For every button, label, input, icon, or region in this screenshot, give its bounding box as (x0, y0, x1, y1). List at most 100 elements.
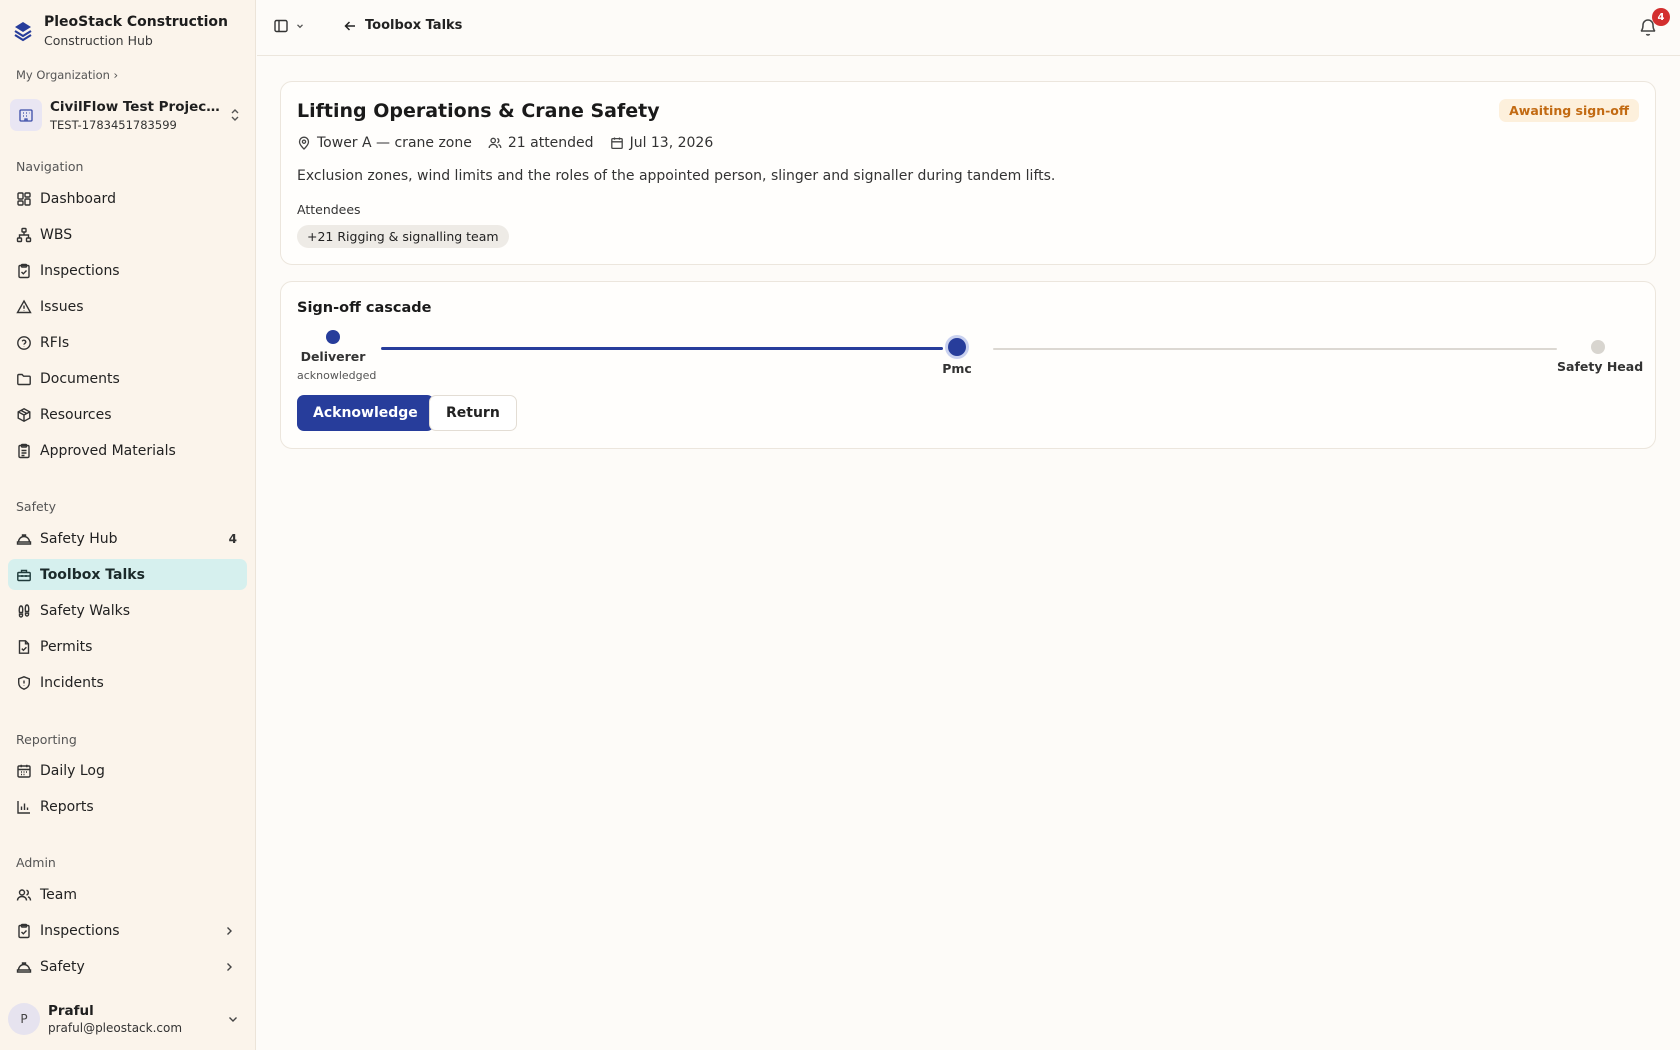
nav-daily-log[interactable]: Daily Log (8, 755, 247, 786)
nav-rfis[interactable]: RFIs (8, 327, 247, 358)
location-text: Tower A — crane zone (317, 135, 472, 151)
step-dot-complete (326, 330, 340, 344)
safety-hub-count-badge: 4 (228, 531, 237, 546)
nav-wbs[interactable]: WBS (8, 219, 247, 250)
brand-name: PleoStack Construction (44, 14, 229, 30)
avatar: P (8, 1003, 40, 1035)
section-navigation: Navigation (16, 159, 84, 174)
clipboard-check-icon (18, 263, 30, 278)
section-admin: Admin (16, 855, 56, 870)
nav-label: Approved Materials (40, 442, 176, 459)
nav-label: Resources (40, 406, 112, 423)
bar-chart-icon (17, 800, 30, 814)
user-menu[interactable]: P Praful praful@pleostack.com (8, 998, 248, 1040)
footprints-icon (18, 603, 30, 618)
return-button[interactable]: Return (429, 395, 517, 431)
organization-breadcrumb[interactable]: My Organization › (16, 68, 118, 82)
nav-permits[interactable]: Permits (8, 631, 247, 662)
step-dot-pending (1591, 340, 1605, 354)
network-icon (16, 227, 32, 242)
step-label: Safety Head (1557, 359, 1644, 374)
talk-title: Lifting Operations & Crane Safety (297, 100, 660, 122)
chevron-down-icon (297, 24, 303, 29)
nav-inspections[interactable]: Inspections (8, 255, 247, 286)
panel-left-icon (274, 19, 288, 33)
toolbox-icon (17, 569, 31, 581)
status-badge: Awaiting sign-off (1499, 99, 1639, 122)
section-safety: Safety (16, 499, 56, 514)
clipboard-list-icon (18, 443, 30, 458)
section-reporting: Reporting (16, 732, 77, 747)
nav-incidents[interactable]: Incidents (8, 667, 247, 698)
user-name: Praful (48, 1003, 94, 1019)
nav-admin-safety[interactable]: Safety (8, 951, 247, 982)
talk-meta: Tower A — crane zone 21 attended Jul 13,… (297, 135, 713, 151)
calendar-icon (610, 137, 623, 150)
nav-label: Documents (40, 370, 120, 387)
nav-label: Dashboard (40, 190, 116, 207)
grid-icon (17, 191, 31, 206)
nav-admin-inspections[interactable]: Inspections (8, 915, 247, 946)
back-link-label: Toolbox Talks (365, 18, 463, 33)
nav-label: Team (40, 886, 78, 903)
help-circle-icon (17, 335, 31, 350)
step-label: Pmc (942, 361, 972, 376)
nav-label: Inspections (40, 262, 120, 279)
nav-toolbox-talks[interactable]: Toolbox Talks (8, 559, 247, 590)
project-name: CivilFlow Test Project (U... (50, 98, 226, 115)
nav-safety-hub[interactable]: Safety Hub 4 (8, 523, 247, 554)
file-check-icon (18, 639, 30, 654)
nav-safety-walks[interactable]: Safety Walks (8, 595, 247, 626)
talk-date: Jul 13, 2026 (610, 135, 713, 151)
calendar-icon (17, 764, 31, 778)
chevron-right-icon (227, 962, 232, 971)
nav-label: Reports (40, 798, 94, 815)
nav-dashboard[interactable]: Dashboard (8, 183, 247, 214)
nav-label: Permits (40, 638, 93, 655)
building-icon (10, 99, 42, 131)
project-code: TEST-1783451783599 (50, 117, 177, 132)
chevrons-up-down-icon (231, 109, 239, 121)
signoff-cascade-card: Sign-off cascade Deliverer acknowledged … (280, 281, 1656, 449)
talk-description: Exclusion zones, wind limits and the rol… (297, 168, 1056, 184)
nav-resources[interactable]: Resources (8, 399, 247, 430)
step-label: Deliverer (300, 349, 366, 364)
project-switcher[interactable]: CivilFlow Test Project (U... TEST-178345… (8, 94, 248, 136)
brand[interactable]: PleoStack Construction Construction Hub (12, 12, 228, 49)
sidebar: PleoStack Construction Construction Hub … (0, 0, 256, 1050)
step-status: acknowledged (297, 369, 377, 382)
sidebar-toggle-button[interactable] (273, 18, 305, 34)
nav-label: Incidents (40, 674, 104, 691)
top-bar: Toolbox Talks 4 (257, 0, 1680, 56)
nav-reports[interactable]: Reports (8, 791, 247, 822)
users-icon (16, 888, 32, 901)
acknowledge-button[interactable]: Acknowledge (297, 395, 434, 431)
nav-label: Safety Walks (40, 602, 131, 619)
chevron-right-icon (227, 926, 232, 935)
notification-count-badge: 4 (1652, 8, 1670, 26)
talk-attendance: 21 attended (488, 135, 594, 151)
step-pmc: Pmc (927, 338, 987, 376)
nav-approved-materials[interactable]: Approved Materials (8, 435, 247, 466)
map-pin-icon (298, 136, 310, 150)
user-email: praful@pleostack.com (48, 1021, 183, 1035)
nav-label: RFIs (40, 334, 70, 351)
back-to-toolbox-talks-link[interactable]: Toolbox Talks (343, 18, 462, 33)
clipboard-check-icon (18, 923, 30, 938)
progress-line-pending (993, 348, 1557, 350)
step-safety-head: Safety Head (1557, 340, 1644, 374)
nav-label: Daily Log (40, 762, 105, 779)
stack-logo-icon (14, 22, 32, 42)
arrow-left-icon (344, 20, 355, 31)
nav-team[interactable]: Team (8, 879, 247, 910)
package-icon (17, 407, 31, 422)
talk-location: Tower A — crane zone (297, 135, 472, 151)
nav-issues[interactable]: Issues (8, 291, 247, 322)
chevron-down-icon (229, 1017, 237, 1022)
nav-label: Safety Hub (40, 530, 118, 547)
warning-triangle-icon (16, 299, 32, 313)
attendee-chip[interactable]: +21 Rigging & signalling team (297, 225, 509, 248)
nav-label: Safety (40, 958, 85, 975)
nav-documents[interactable]: Documents (8, 363, 247, 394)
users-icon (488, 137, 502, 149)
